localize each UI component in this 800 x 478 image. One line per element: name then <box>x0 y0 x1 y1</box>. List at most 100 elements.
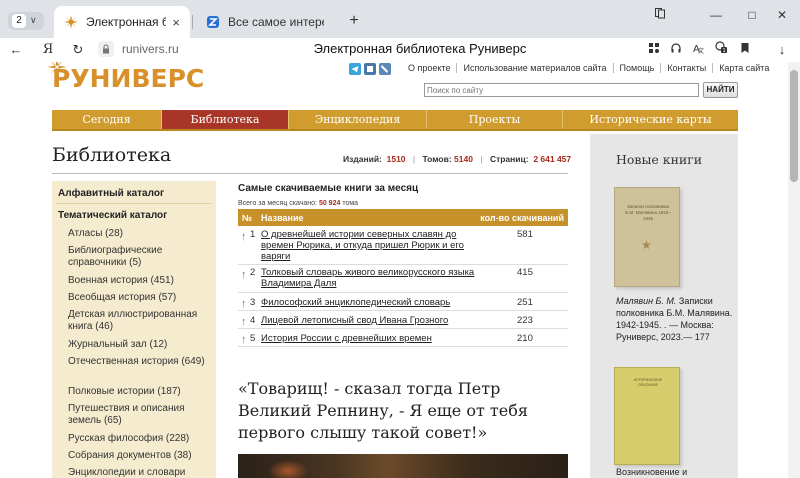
heading-divider <box>52 173 568 174</box>
download-icon[interactable]: ↓ <box>772 40 792 60</box>
address-page-title: Электронная библиотека Руниверс <box>313 41 527 56</box>
table-row: 🠑 4 Лицевой летописный свод Ивана Грозно… <box>238 312 568 329</box>
tab-title: Электронная библиотека <box>86 15 167 29</box>
site-search-button[interactable]: НАЙТИ <box>703 82 738 98</box>
tab-count: 2 <box>12 14 26 28</box>
stats-separator: | <box>480 154 483 164</box>
extensions-icon[interactable]: 1 <box>711 40 731 60</box>
book-link[interactable]: Философский энциклопедический словарь <box>261 297 481 308</box>
nav-encyclopedia[interactable]: Энциклопедия <box>289 110 427 129</box>
catalog-item[interactable]: Полковые истории (187) <box>68 386 214 398</box>
download-count: 223 <box>517 315 533 326</box>
alphabetical-catalog-link[interactable]: Алфавитный каталог <box>58 188 164 199</box>
runivers-favicon-icon <box>64 15 78 29</box>
library-stats: Изданий: 1510 | Томов: 5140 | Страниц: 2… <box>343 154 571 164</box>
book-link[interactable]: История России с древнейших времен <box>261 333 481 344</box>
livejournal-icon[interactable] <box>379 63 391 75</box>
new-book-description-2[interactable]: Возникновение и <box>616 467 734 477</box>
minimize-icon[interactable]: — <box>702 6 730 24</box>
nav-historical-maps[interactable]: Исторические карты <box>563 110 738 129</box>
catalog-item[interactable]: Библиографические справочники (5) <box>68 245 214 269</box>
maximize-icon[interactable]: □ <box>738 6 766 24</box>
new-tab-button[interactable]: + <box>345 12 363 30</box>
bookmark-icon[interactable] <box>735 40 755 60</box>
catalog-item[interactable]: Журнальный зал (12) <box>68 339 214 351</box>
close-tab-icon[interactable]: × <box>172 15 180 30</box>
telegram-icon[interactable] <box>349 63 361 75</box>
vk-icon[interactable] <box>364 63 376 75</box>
book-link[interactable]: Толковый словарь живого великорусского я… <box>261 267 481 289</box>
thematic-catalog-link[interactable]: Тематический каталог <box>58 210 167 221</box>
site-search-input[interactable] <box>424 83 699 97</box>
tab-dzen[interactable]: Все самое интересное из <box>196 6 340 38</box>
top-link-sitemap[interactable]: Карта сайта <box>712 63 775 73</box>
logo-text: РУНИВЕРС <box>52 64 205 93</box>
header-num: № <box>242 213 253 223</box>
nav-projects[interactable]: Проекты <box>427 110 563 129</box>
catalog-item[interactable]: Детская иллюстрированная книга (46) <box>68 309 214 333</box>
book-cover-malyavin[interactable]: Записки полковника Б.М. Малявина 1942–19… <box>614 187 680 287</box>
catalog-item[interactable]: Атласы (28) <box>68 228 214 240</box>
svg-text:1: 1 <box>723 48 726 54</box>
table-row: 🠑 2 Толковый словарь живого великорусско… <box>238 266 568 293</box>
book-cover-text: Записки полковника Б.М. Малявина 1942–19… <box>625 204 671 221</box>
top-books-header: № Название кол-во скачиваний <box>238 209 568 226</box>
star-icon: ★ <box>641 238 652 252</box>
tab-title: Все самое интересное из <box>228 15 324 29</box>
row-rank: 2 <box>250 267 256 278</box>
top-link-usage[interactable]: Использование материалов сайта <box>456 63 612 73</box>
catalog-item[interactable]: Путешествия и описания земель (65) <box>68 403 214 427</box>
top-books-title: Самые скачиваемые книги за месяц <box>238 183 419 194</box>
page-heading: Библиотека <box>52 144 172 166</box>
close-icon[interactable]: ✕ <box>768 6 796 24</box>
top-link-help[interactable]: Помощь <box>612 63 661 73</box>
painting-detail <box>268 460 308 478</box>
bookmarks-panel-icon[interactable] <box>646 6 674 24</box>
site-logo[interactable]: РУНИВЕРС <box>47 62 205 93</box>
catalog-item[interactable]: Собрания документов (38) <box>68 450 214 462</box>
row-rank: 5 <box>250 333 256 344</box>
trend-up-icon: 🠑 <box>242 232 246 242</box>
header-name: Название <box>261 213 304 223</box>
painting-image[interactable] <box>238 454 568 478</box>
catalog-item[interactable]: Русская философия (228) <box>68 433 214 445</box>
back-arrow-icon[interactable]: ← <box>6 40 26 60</box>
table-row: 🠑 5 История России с древнейших времен 2… <box>238 330 568 347</box>
row-rank: 1 <box>250 229 256 240</box>
yandex-icon[interactable]: Я <box>38 40 58 60</box>
stats-pages-label: Страниц: <box>489 154 529 164</box>
catalog-item[interactable]: Энциклопедии и словари <box>68 467 214 478</box>
tab-counter-button[interactable]: 2 ∨ <box>8 12 44 30</box>
catalog-item[interactable]: Отечественная история (649) <box>68 356 214 368</box>
address-domain[interactable]: runivers.ru <box>122 42 179 56</box>
tab-runivers[interactable]: Электронная библиотека × <box>54 6 190 38</box>
trend-up-icon: 🠑 <box>242 317 246 327</box>
scrollbar-thumb[interactable] <box>790 70 798 182</box>
download-count: 415 <box>517 267 533 278</box>
book-link[interactable]: О древнейшей истории северных славян до … <box>261 229 481 262</box>
nav-today[interactable]: Сегодня <box>52 110 162 129</box>
headphones-icon[interactable] <box>666 40 686 60</box>
top-link-contacts[interactable]: Контакты <box>660 63 712 73</box>
lock-icon[interactable] <box>98 41 114 57</box>
catalog-item[interactable]: Всеобщая история (57) <box>68 292 214 304</box>
nav-library[interactable]: Библиотека <box>162 110 289 129</box>
book-cover-second[interactable]: ИСТОРИЧЕСКОЕ ОПИСАНИЕ <box>614 367 680 465</box>
catalog-sidebar: Алфавитный каталог Тематический каталог … <box>52 181 216 478</box>
quote-text: «Товарищ! - сказал тогда Петр Великий Ре… <box>238 379 528 442</box>
page-scrollbar[interactable] <box>788 62 800 478</box>
catalog-item[interactable]: Военная история (451) <box>68 275 214 287</box>
reload-icon[interactable]: ↻ <box>68 40 88 60</box>
stats-editions-value: 1510 <box>386 154 406 164</box>
download-count: 251 <box>517 297 533 308</box>
table-row: 🠑 1 О древнейшей истории северных славян… <box>238 228 568 265</box>
new-books-title: Новые книги <box>616 152 703 167</box>
top-link-about[interactable]: О проекте <box>402 63 456 73</box>
translate-icon[interactable]: A文 <box>688 40 708 60</box>
book-author: Малявин Б. М. <box>616 296 677 306</box>
apps-grid-icon[interactable] <box>644 40 664 60</box>
new-book-description[interactable]: Малявин Б. М. Записки полковника Б.М. Ма… <box>616 295 734 343</box>
book-link[interactable]: Лицевой летописный свод Ивана Грозного <box>261 315 481 326</box>
svg-text:文: 文 <box>698 47 704 54</box>
top-books-subtitle-prefix: Всего за месяц скачано: <box>238 200 317 207</box>
